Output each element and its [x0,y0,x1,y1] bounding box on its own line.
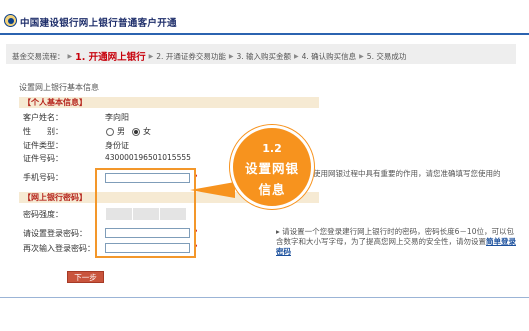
personal-info-label: 【个人基本信息】 [23,98,87,107]
step-2: 2. 开通证券交易功能 [156,51,226,61]
step-arrow-icon: ▶ [294,52,299,60]
step-arrow-icon: ▶ [228,52,234,60]
gender-label: 性 别： [23,127,63,136]
gender-male-radio[interactable] [106,127,114,136]
page-title: 中国建设银行网上银行普通客户开通 [20,18,177,29]
phone-label: 手机号码： [23,173,63,182]
confirm-password-label: 再次输入登录密码： [23,244,95,253]
personal-info-header: 【个人基本信息】 [19,97,319,108]
footer-divider [0,297,529,298]
hint-arrow-icon: ▸ [276,227,280,236]
idtype-value: 身份证 [105,141,129,150]
step-4: 4. 确认购买信息 [301,51,357,61]
password-hint-text: 请设置一个您登录建行网上银行时的密码，密码长度6－10位，可以包含数字和大小写字… [276,227,514,246]
step-arrow-icon: ▶ [67,52,73,60]
step-3: 3. 输入购买金额 [236,51,291,61]
gender-male-label: 男 [117,127,125,136]
step-arrow-icon: ▶ [148,52,154,60]
gender-female-label: 女 [143,127,151,136]
step-arrow-icon: ▶ [359,52,364,60]
idtype-label: 证件类型： [23,141,63,150]
steps-prefix: 基金交易流程： [12,51,65,61]
idno-label: 证件号码： [23,154,63,163]
header-divider [0,33,529,35]
callout-bubble: 1.2 设置网银 信息 [230,125,314,209]
section-title: 设置网上银行基本信息 [19,83,99,92]
phone-hint: 使用网银过程中具有重要的作用，请您准确填写您使用的 [313,169,501,178]
callout-line-1: 设置网银 [244,161,299,176]
callout-line-2: 信息 [258,182,286,197]
idno-value: 430000196501015555 [105,153,191,162]
set-password-label: 请设置登录密码： [23,229,87,238]
next-button[interactable]: 下一步 [67,271,104,283]
password-hint: ▸ 请设置一个您登录建行网上银行时的密码，密码长度6－10位，可以包含数字和大小… [276,227,520,257]
ccb-logo-icon [4,14,17,27]
gender-radio-group: 男 女 [106,126,151,137]
name-value: 李向阳 [105,113,129,122]
strength-label: 密码强度： [23,210,63,219]
step-progress-bar: 基金交易流程： ▶ 1. 开通网上银行 ▶ 2. 开通证券交易功能 ▶ 3. 输… [6,44,516,64]
step-5: 5. 交易成功 [366,51,407,61]
highlight-frame [95,168,196,258]
password-info-label: 【网上银行密码】 [23,193,87,202]
step-1: 1. 开通网上银行 [75,52,146,63]
name-label: 客户姓名： [23,113,63,122]
callout-number: 1.2 [262,142,282,155]
gender-female-radio[interactable] [132,127,140,136]
callout-pointer [190,182,235,198]
